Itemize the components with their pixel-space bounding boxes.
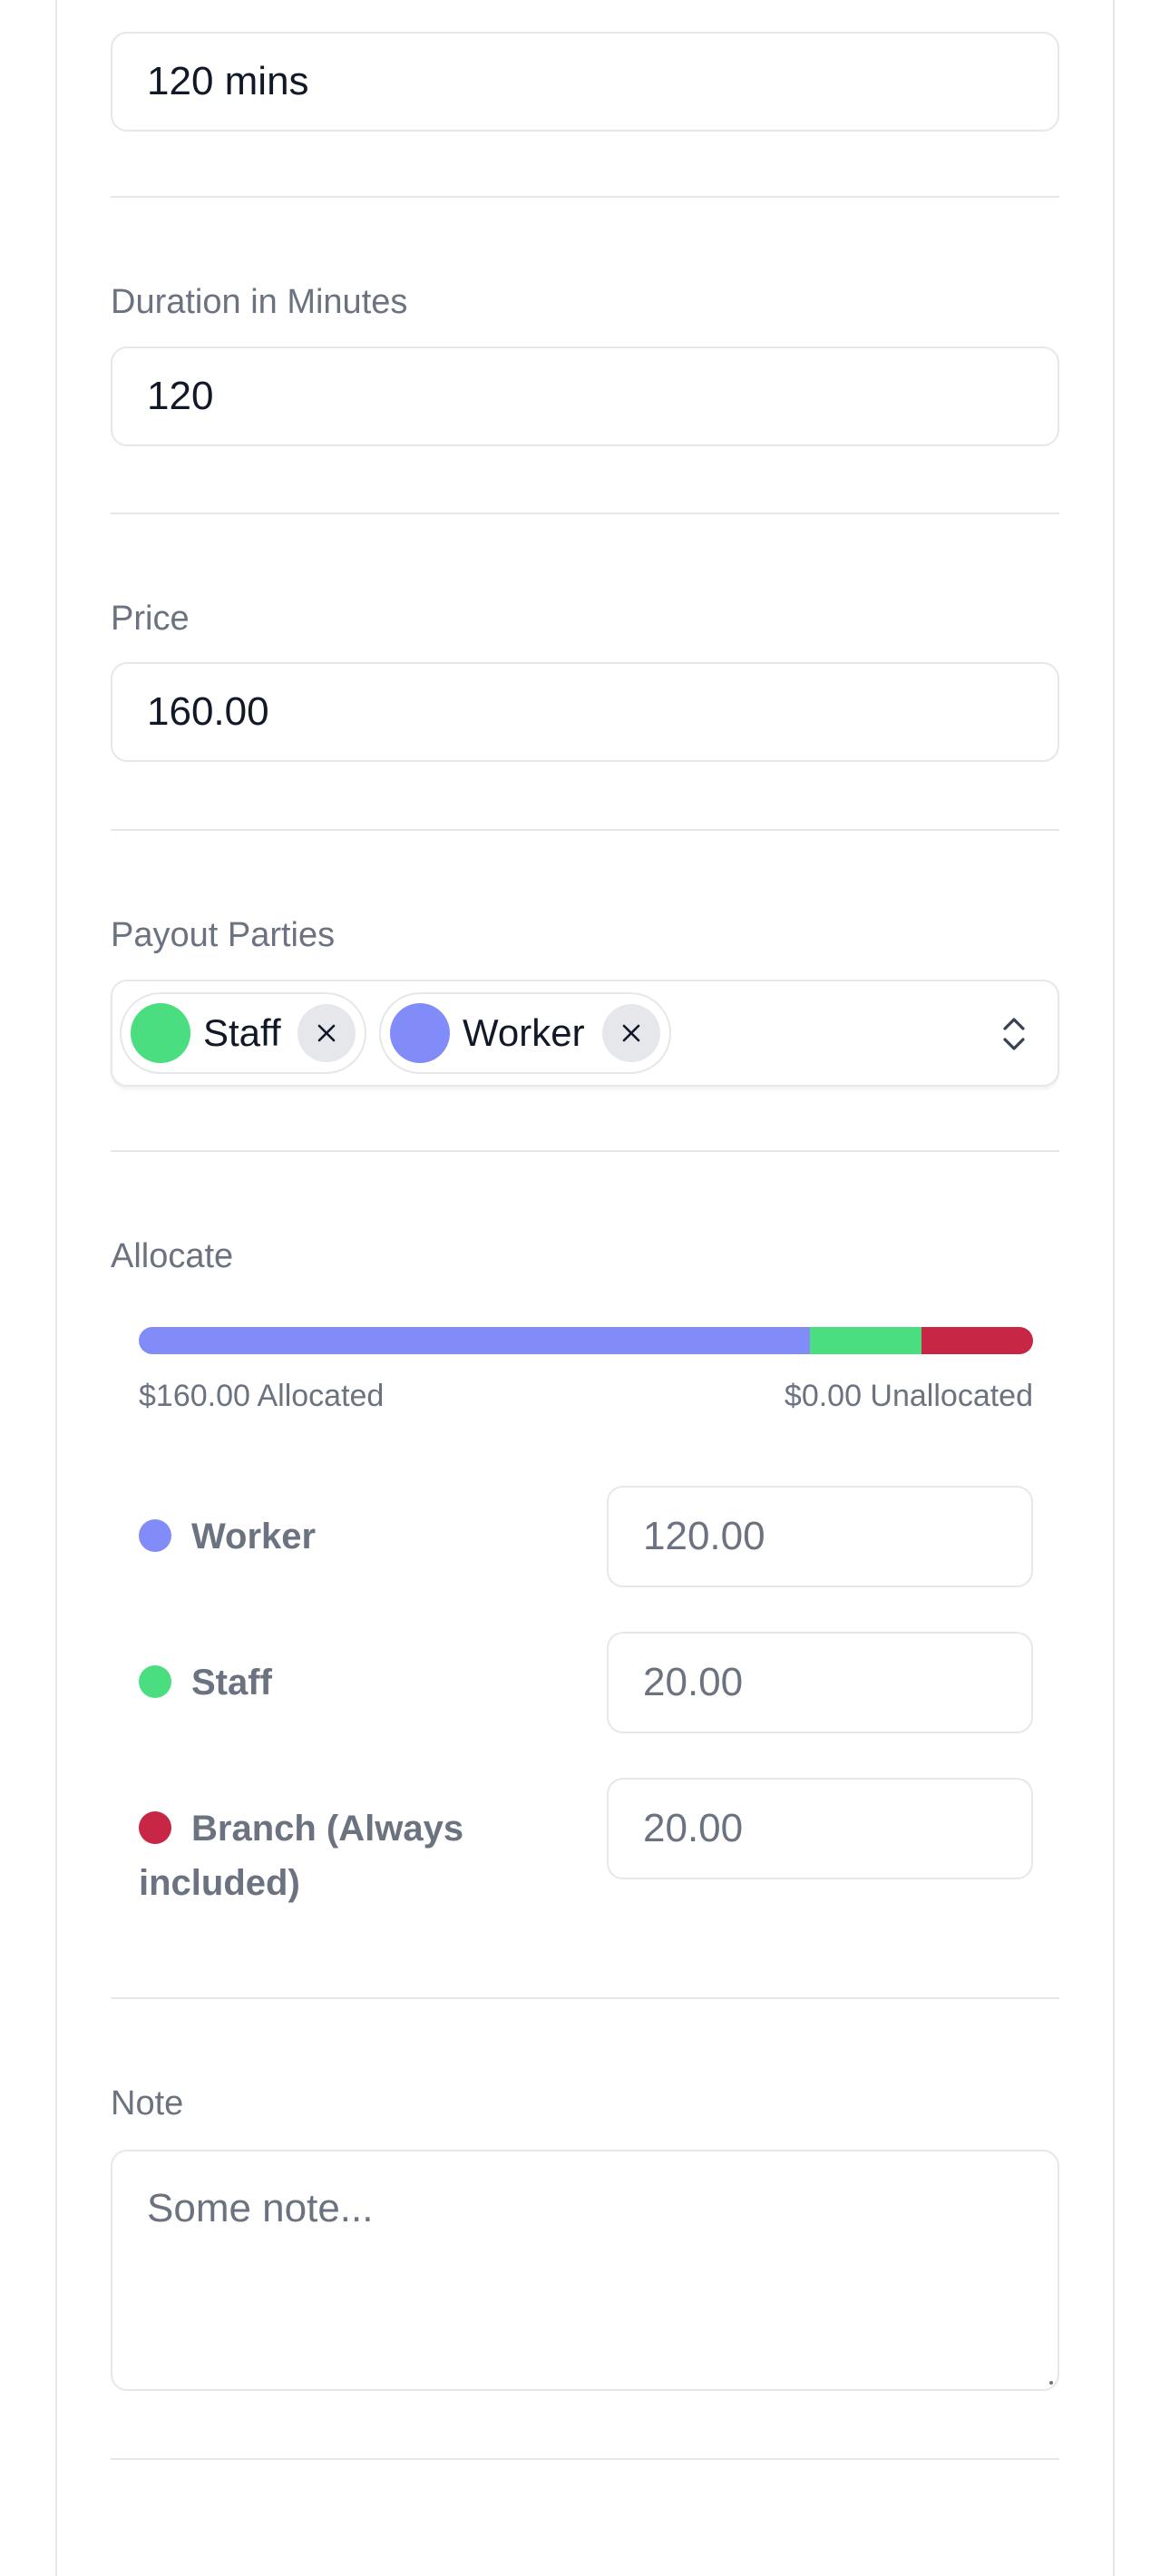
divider [111,196,1059,198]
worker-color-dot [390,1003,450,1063]
allocation-segment-staff [809,1327,921,1354]
divider [111,1150,1059,1152]
allocation-segment-branch [921,1327,1033,1354]
duration-minutes-label: Duration in Minutes [111,283,408,321]
note-placeholder: Some note... [147,2186,374,2230]
price-label: Price [111,600,190,638]
allocate-label: Allocate [111,1237,234,1275]
close-icon [317,1024,336,1042]
note-label: Note [111,2084,184,2122]
resize-handle-icon[interactable] [1047,2378,1054,2386]
chip-staff: Staff [120,992,366,1074]
duration-minutes-value: 120 [147,374,214,418]
divider [111,829,1059,831]
note-textarea[interactable]: Some note... [111,2150,1059,2391]
allocation-bar [139,1327,1033,1354]
chip-worker: Worker [379,992,671,1074]
divider [111,512,1059,514]
worker-amount-input[interactable]: 120.00 [607,1486,1033,1587]
allocation-worker-name: Worker [191,1517,317,1556]
divider [111,2458,1059,2460]
allocated-amount-text: $160.00 Allocated [139,1379,385,1413]
branch-amount-input[interactable]: 20.00 [607,1778,1033,1879]
payout-parties-select[interactable]: Staff Worker [111,980,1059,1087]
staff-color-dot [131,1003,190,1063]
close-icon [622,1024,640,1042]
allocation-segment-worker [139,1327,810,1354]
duration-label-input[interactable]: 120 mins [111,32,1059,132]
duration-label-value: 120 mins [147,59,309,103]
chip-worker-label: Worker [463,1011,585,1054]
branch-amount-value: 20.00 [643,1806,744,1850]
unallocated-amount-text: $0.00 Unallocated [784,1379,1033,1413]
divider [111,1997,1059,1999]
allocation-staff-name: Staff [191,1663,272,1703]
price-input[interactable]: 160.00 [111,662,1059,762]
worker-amount-value: 120.00 [643,1514,765,1558]
chip-staff-label: Staff [203,1011,281,1054]
chevron-up-down-icon[interactable] [1001,1016,1027,1052]
remove-worker-button[interactable] [602,1004,660,1062]
staff-amount-value: 20.00 [643,1660,744,1704]
staff-amount-input[interactable]: 20.00 [607,1632,1033,1733]
duration-minutes-input[interactable]: 120 [111,346,1059,446]
allocation-branch-name: Branch (Always included) [139,1809,464,1903]
remove-staff-button[interactable] [297,1004,356,1062]
price-value: 160.00 [147,689,269,734]
payout-parties-label: Payout Parties [111,916,336,954]
